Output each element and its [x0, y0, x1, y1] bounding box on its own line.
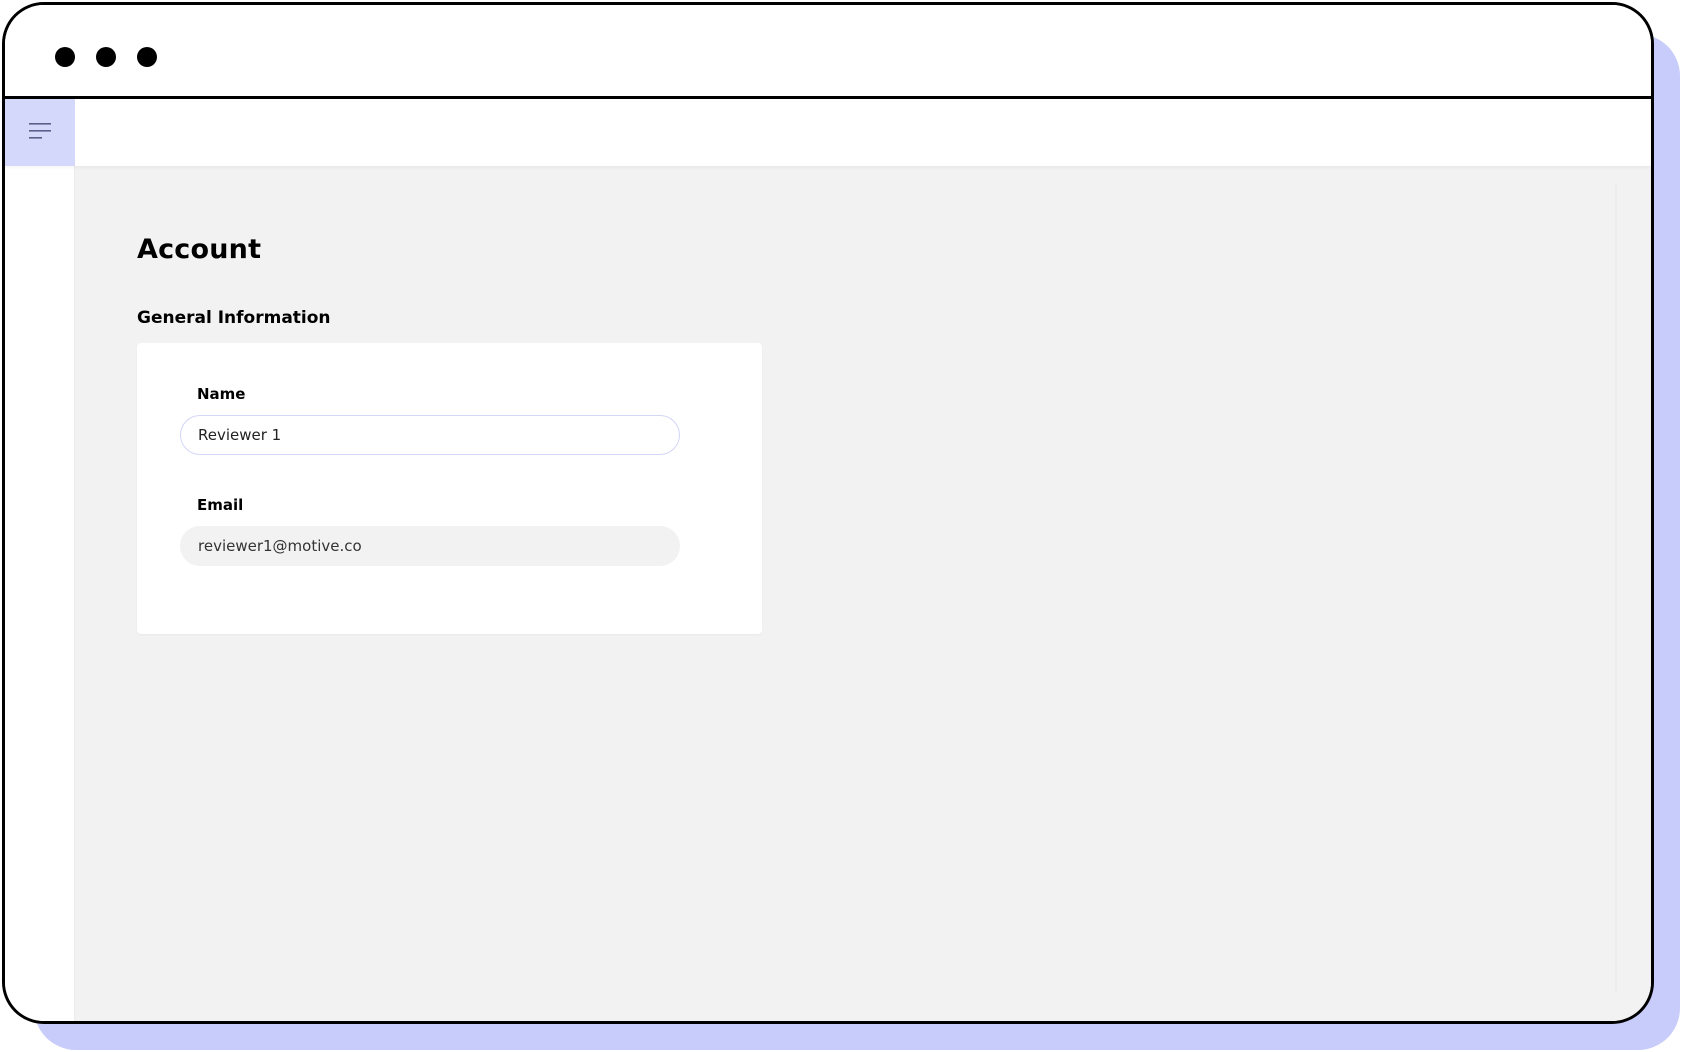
window-titlebar: [5, 5, 1651, 99]
app-topbar: [5, 99, 1651, 166]
page-title: Account: [137, 234, 262, 265]
window-dot-minimize[interactable]: [96, 47, 116, 67]
scrollbar-track[interactable]: [1615, 184, 1617, 992]
email-label: Email: [197, 496, 244, 514]
name-input[interactable]: [180, 415, 680, 455]
name-label: Name: [197, 385, 246, 403]
general-information-card: Name Email: [137, 343, 762, 634]
app-window: Account General Information Name Email: [2, 2, 1654, 1024]
screen: Account General Information Name Email: [0, 0, 1682, 1052]
menu-toggle-button[interactable]: [5, 99, 75, 166]
main-content: Account General Information Name Email: [75, 166, 1651, 1021]
window-dot-close[interactable]: [55, 47, 75, 67]
hamburger-menu-icon: [29, 122, 51, 144]
section-title-general-information: General Information: [137, 308, 331, 328]
window-dot-maximize[interactable]: [137, 47, 157, 67]
sidebar: [5, 166, 75, 1021]
email-input[interactable]: [180, 526, 680, 566]
